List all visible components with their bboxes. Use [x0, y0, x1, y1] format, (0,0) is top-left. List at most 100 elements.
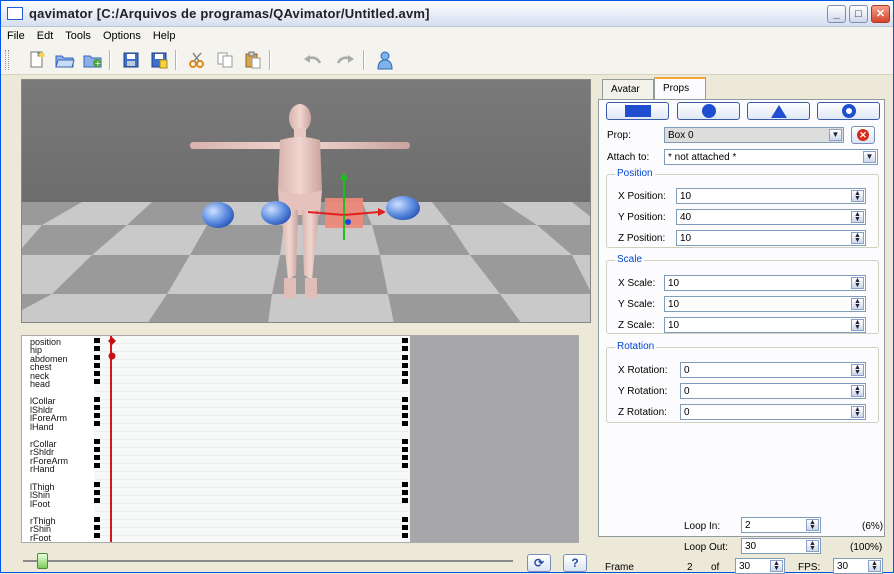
- keyframe-markers: [94, 337, 408, 538]
- spinner-icon[interactable]: ▲ ▼: [851, 190, 864, 202]
- spinner-icon[interactable]: ▲ ▼: [806, 519, 819, 531]
- user-icon[interactable]: [373, 49, 397, 71]
- spinner-icon[interactable]: ▲ ▼: [851, 385, 864, 397]
- minimize-button[interactable]: _: [827, 5, 846, 23]
- chevron-down-icon: ▼: [829, 129, 842, 141]
- prop-cone: [386, 196, 420, 220]
- title-bar: qavimator [C:/Arquivos de programas/QAvi…: [1, 1, 893, 27]
- new-file-icon[interactable]: [25, 49, 49, 71]
- fps-label: FPS:: [798, 562, 821, 573]
- y-scale-input[interactable]: 10 ▲ ▼: [664, 296, 866, 312]
- frame-slider-handle[interactable]: [37, 553, 48, 569]
- spinner-icon[interactable]: ▲ ▼: [851, 211, 864, 223]
- z-scale-label: Z Scale:: [618, 320, 655, 331]
- x-position-input[interactable]: 10 ▲ ▼: [676, 188, 866, 204]
- of-label: of: [711, 562, 720, 573]
- frame-total-input[interactable]: 30 ▲ ▼: [735, 558, 785, 574]
- joint-label: lFoot: [30, 498, 51, 509]
- prop-select[interactable]: Box 0 ▼: [664, 127, 844, 143]
- y-position-label: Y Position:: [618, 212, 666, 223]
- save-as-icon[interactable]: [147, 49, 171, 71]
- delete-icon: ✕: [857, 129, 869, 141]
- x-rotation-input[interactable]: 0 ▲ ▼: [680, 362, 866, 378]
- z-rotation-input[interactable]: 0 ▲ ▼: [680, 404, 866, 420]
- add-torus-button[interactable]: [817, 102, 880, 120]
- joint-label: lHand: [30, 421, 54, 432]
- paste-icon[interactable]: [241, 49, 265, 71]
- spinner-icon[interactable]: ▲ ▼: [851, 298, 864, 310]
- x-scale-label: X Scale:: [618, 278, 656, 289]
- joint-label: head: [30, 379, 51, 390]
- add-sphere-button[interactable]: [677, 102, 740, 120]
- spinner-icon[interactable]: ▲ ▼: [868, 560, 881, 572]
- z-scale-input[interactable]: 10 ▲ ▼: [664, 317, 866, 333]
- spinner-icon[interactable]: ▲ ▼: [851, 277, 864, 289]
- z-position-label: Z Position:: [618, 233, 666, 244]
- scale-group-title: Scale: [615, 254, 645, 265]
- loop-button[interactable]: ⟳: [527, 554, 551, 572]
- spinner-icon[interactable]: ▲ ▼: [851, 319, 864, 331]
- menu-help[interactable]: Help: [147, 27, 182, 42]
- spinner-icon[interactable]: ▲ ▼: [851, 232, 864, 244]
- frame-value: 2: [687, 562, 693, 573]
- toolbar-grip[interactable]: [5, 50, 9, 70]
- app-icon: [7, 7, 23, 20]
- open-folder-icon[interactable]: [53, 49, 77, 71]
- y-rotation-input[interactable]: 0 ▲ ▼: [680, 383, 866, 399]
- prop-label: Prop:: [607, 130, 631, 141]
- frame-label: Frame: [605, 562, 634, 573]
- save-icon[interactable]: [119, 49, 143, 71]
- add-box-button[interactable]: [606, 102, 669, 120]
- add-cone-button[interactable]: [747, 102, 810, 120]
- rotation-group-title: Rotation: [615, 341, 657, 352]
- undo-icon[interactable]: [301, 49, 325, 71]
- loop-in-input[interactable]: 2 ▲ ▼: [741, 517, 821, 533]
- add-file-icon[interactable]: +: [81, 49, 105, 71]
- scene-render: [22, 80, 590, 322]
- joint-label: position: [30, 337, 62, 347]
- joint-label: rFoot: [30, 532, 52, 543]
- menu-edit[interactable]: Edt: [31, 27, 60, 42]
- fps-input[interactable]: 30 ▲ ▼: [833, 558, 883, 574]
- box-icon: [624, 105, 651, 117]
- prop-sphere-mid: [261, 201, 291, 225]
- menu-options[interactable]: Options: [97, 27, 147, 42]
- 3d-viewport[interactable]: [21, 79, 591, 323]
- menu-bar: File Edt Tools Options Help: [1, 27, 893, 45]
- menu-file[interactable]: File: [1, 27, 31, 42]
- loop-out-input[interactable]: 30 ▲ ▼: [741, 538, 821, 554]
- delete-prop-button[interactable]: ✕: [851, 126, 875, 144]
- cut-icon[interactable]: [185, 49, 209, 71]
- x-scale-input[interactable]: 10 ▲ ▼: [664, 275, 866, 291]
- attach-select[interactable]: * not attached * ▼: [664, 149, 878, 165]
- sphere-icon: [701, 104, 716, 118]
- x-position-label: X Position:: [618, 191, 666, 202]
- main-window: qavimator [C:/Arquivos de programas/QAvi…: [0, 0, 894, 574]
- maximize-button[interactable]: □: [849, 5, 868, 23]
- copy-icon[interactable]: [213, 49, 237, 71]
- window-title: qavimator [C:/Arquivos de programas/QAvi…: [29, 6, 430, 21]
- menu-tools[interactable]: Tools: [59, 27, 97, 42]
- y-scale-label: Y Scale:: [618, 299, 656, 310]
- prop-sphere-left: [202, 202, 234, 228]
- close-button[interactable]: ✕: [871, 5, 890, 23]
- spinner-icon[interactable]: ▲ ▼: [806, 540, 819, 552]
- frame-slider-track[interactable]: [23, 560, 513, 562]
- help-button[interactable]: ?: [563, 554, 587, 572]
- tab-props[interactable]: Props: [654, 77, 706, 99]
- joint-label: rHand: [30, 464, 55, 475]
- spinner-icon[interactable]: ▲ ▼: [851, 364, 864, 376]
- y-position-input[interactable]: 40 ▲ ▼: [676, 209, 866, 225]
- tab-avatar[interactable]: Avatar: [602, 79, 654, 99]
- spinner-icon[interactable]: ▲ ▼: [770, 560, 783, 572]
- keyframe-timeline[interactable]: position hip abdomen chest neck head lCo…: [21, 335, 579, 543]
- loop-out-percent: (100%): [850, 542, 883, 553]
- redo-icon[interactable]: [333, 49, 357, 71]
- timeline-inactive-area: [410, 336, 579, 542]
- svg-text:+: +: [95, 59, 102, 68]
- spinner-icon[interactable]: ▲ ▼: [851, 406, 864, 418]
- attach-label: Attach to:: [607, 152, 650, 163]
- cone-icon: [770, 104, 787, 118]
- chevron-down-icon: ▼: [863, 151, 876, 163]
- z-position-input[interactable]: 10 ▲ ▼: [676, 230, 866, 246]
